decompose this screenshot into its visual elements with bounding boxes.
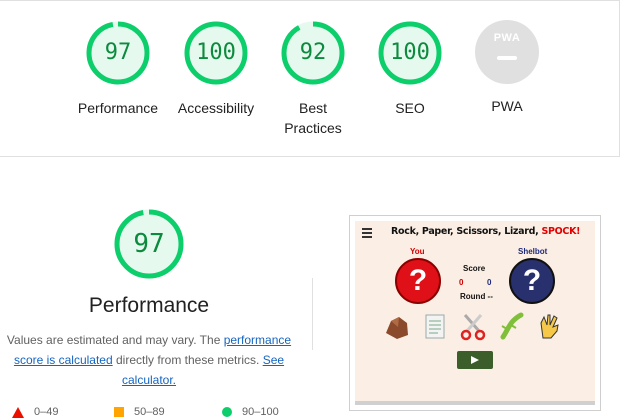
gauge-accessibility[interactable]: 100 Accessibility: [166, 20, 266, 118]
rock-icon: [386, 317, 408, 339]
bot-choice-icon: ?: [509, 258, 555, 304]
final-screenshot[interactable]: Rock, Paper, Scissors, Lizard, SPOCK! Yo…: [349, 215, 601, 411]
paper-icon: [425, 314, 445, 339]
performance-score: 97: [133, 229, 165, 259]
bot-score: 0: [487, 278, 492, 287]
gauge-score: 92: [299, 40, 327, 65]
spock-hand-icon: [540, 314, 559, 339]
player-label: You: [410, 247, 425, 256]
gauge-label: PWA: [491, 98, 523, 114]
player-score: 0: [459, 278, 464, 287]
gauge-pwa[interactable]: PWA PWA: [457, 20, 557, 116]
gauge-best-practices[interactable]: 92 Best Practices: [263, 20, 363, 138]
desc-text: Values are estimated and may vary. The: [6, 333, 224, 347]
legend-average-label: 50–89: [134, 406, 165, 418]
average-square-icon: [114, 407, 124, 417]
pwa-dash: [497, 56, 517, 60]
gauge-score: 97: [104, 40, 132, 65]
screenshot-scrollbar: [355, 401, 595, 405]
game-title-highlight: SPOCK!: [541, 226, 581, 237]
desc-text: directly from these metrics.: [112, 353, 263, 367]
legend-pass-label: 90–100: [242, 406, 279, 418]
game-title-text: Rock, Paper, Scissors, Lizard,: [391, 226, 542, 237]
legend-fail-label: 0–49: [34, 406, 59, 418]
round-label: Round --: [460, 292, 493, 301]
legend-average: 50–89: [114, 406, 165, 418]
performance-title: Performance: [88, 294, 210, 317]
gauge-label: Best Practices: [284, 100, 342, 136]
bot-label: Shelbot: [518, 247, 548, 256]
lizard-icon: [500, 312, 524, 340]
pwa-badge-text: PWA: [493, 32, 521, 44]
gauge-label: SEO: [395, 100, 425, 116]
score-scale-legend: 0–49 50–89 90–100: [0, 406, 310, 420]
game-title: Rock, Paper, Scissors, Lizard, SPOCK!: [391, 226, 581, 237]
legend-fail: 0–49: [12, 406, 58, 418]
performance-description: Values are estimated and may vary. The p…: [0, 330, 298, 390]
scissors-icon: [460, 314, 486, 341]
hamburger-menu-icon: [362, 228, 372, 240]
gauge-seo[interactable]: 100 SEO: [360, 20, 460, 118]
screenshot-image: Rock, Paper, Scissors, Lizard, SPOCK! Yo…: [355, 221, 595, 405]
legend-pass: 90–100: [222, 406, 279, 418]
play-video-button: [457, 351, 493, 369]
player-choice-icon: ?: [395, 258, 441, 304]
gauge-label: Accessibility: [177, 100, 255, 116]
pwa-badge-icon: PWA: [475, 20, 539, 84]
gauge-score: 100: [196, 40, 236, 65]
gauge-score: 100: [390, 40, 430, 65]
choice-icons: [383, 311, 569, 341]
gauge-performance[interactable]: 97 Performance: [68, 20, 168, 118]
score-label: Score: [463, 264, 486, 273]
fail-triangle-icon: [12, 406, 24, 418]
pass-circle-icon: [222, 407, 232, 417]
vertical-divider: [312, 278, 313, 350]
gauge-label: Performance: [77, 100, 159, 116]
